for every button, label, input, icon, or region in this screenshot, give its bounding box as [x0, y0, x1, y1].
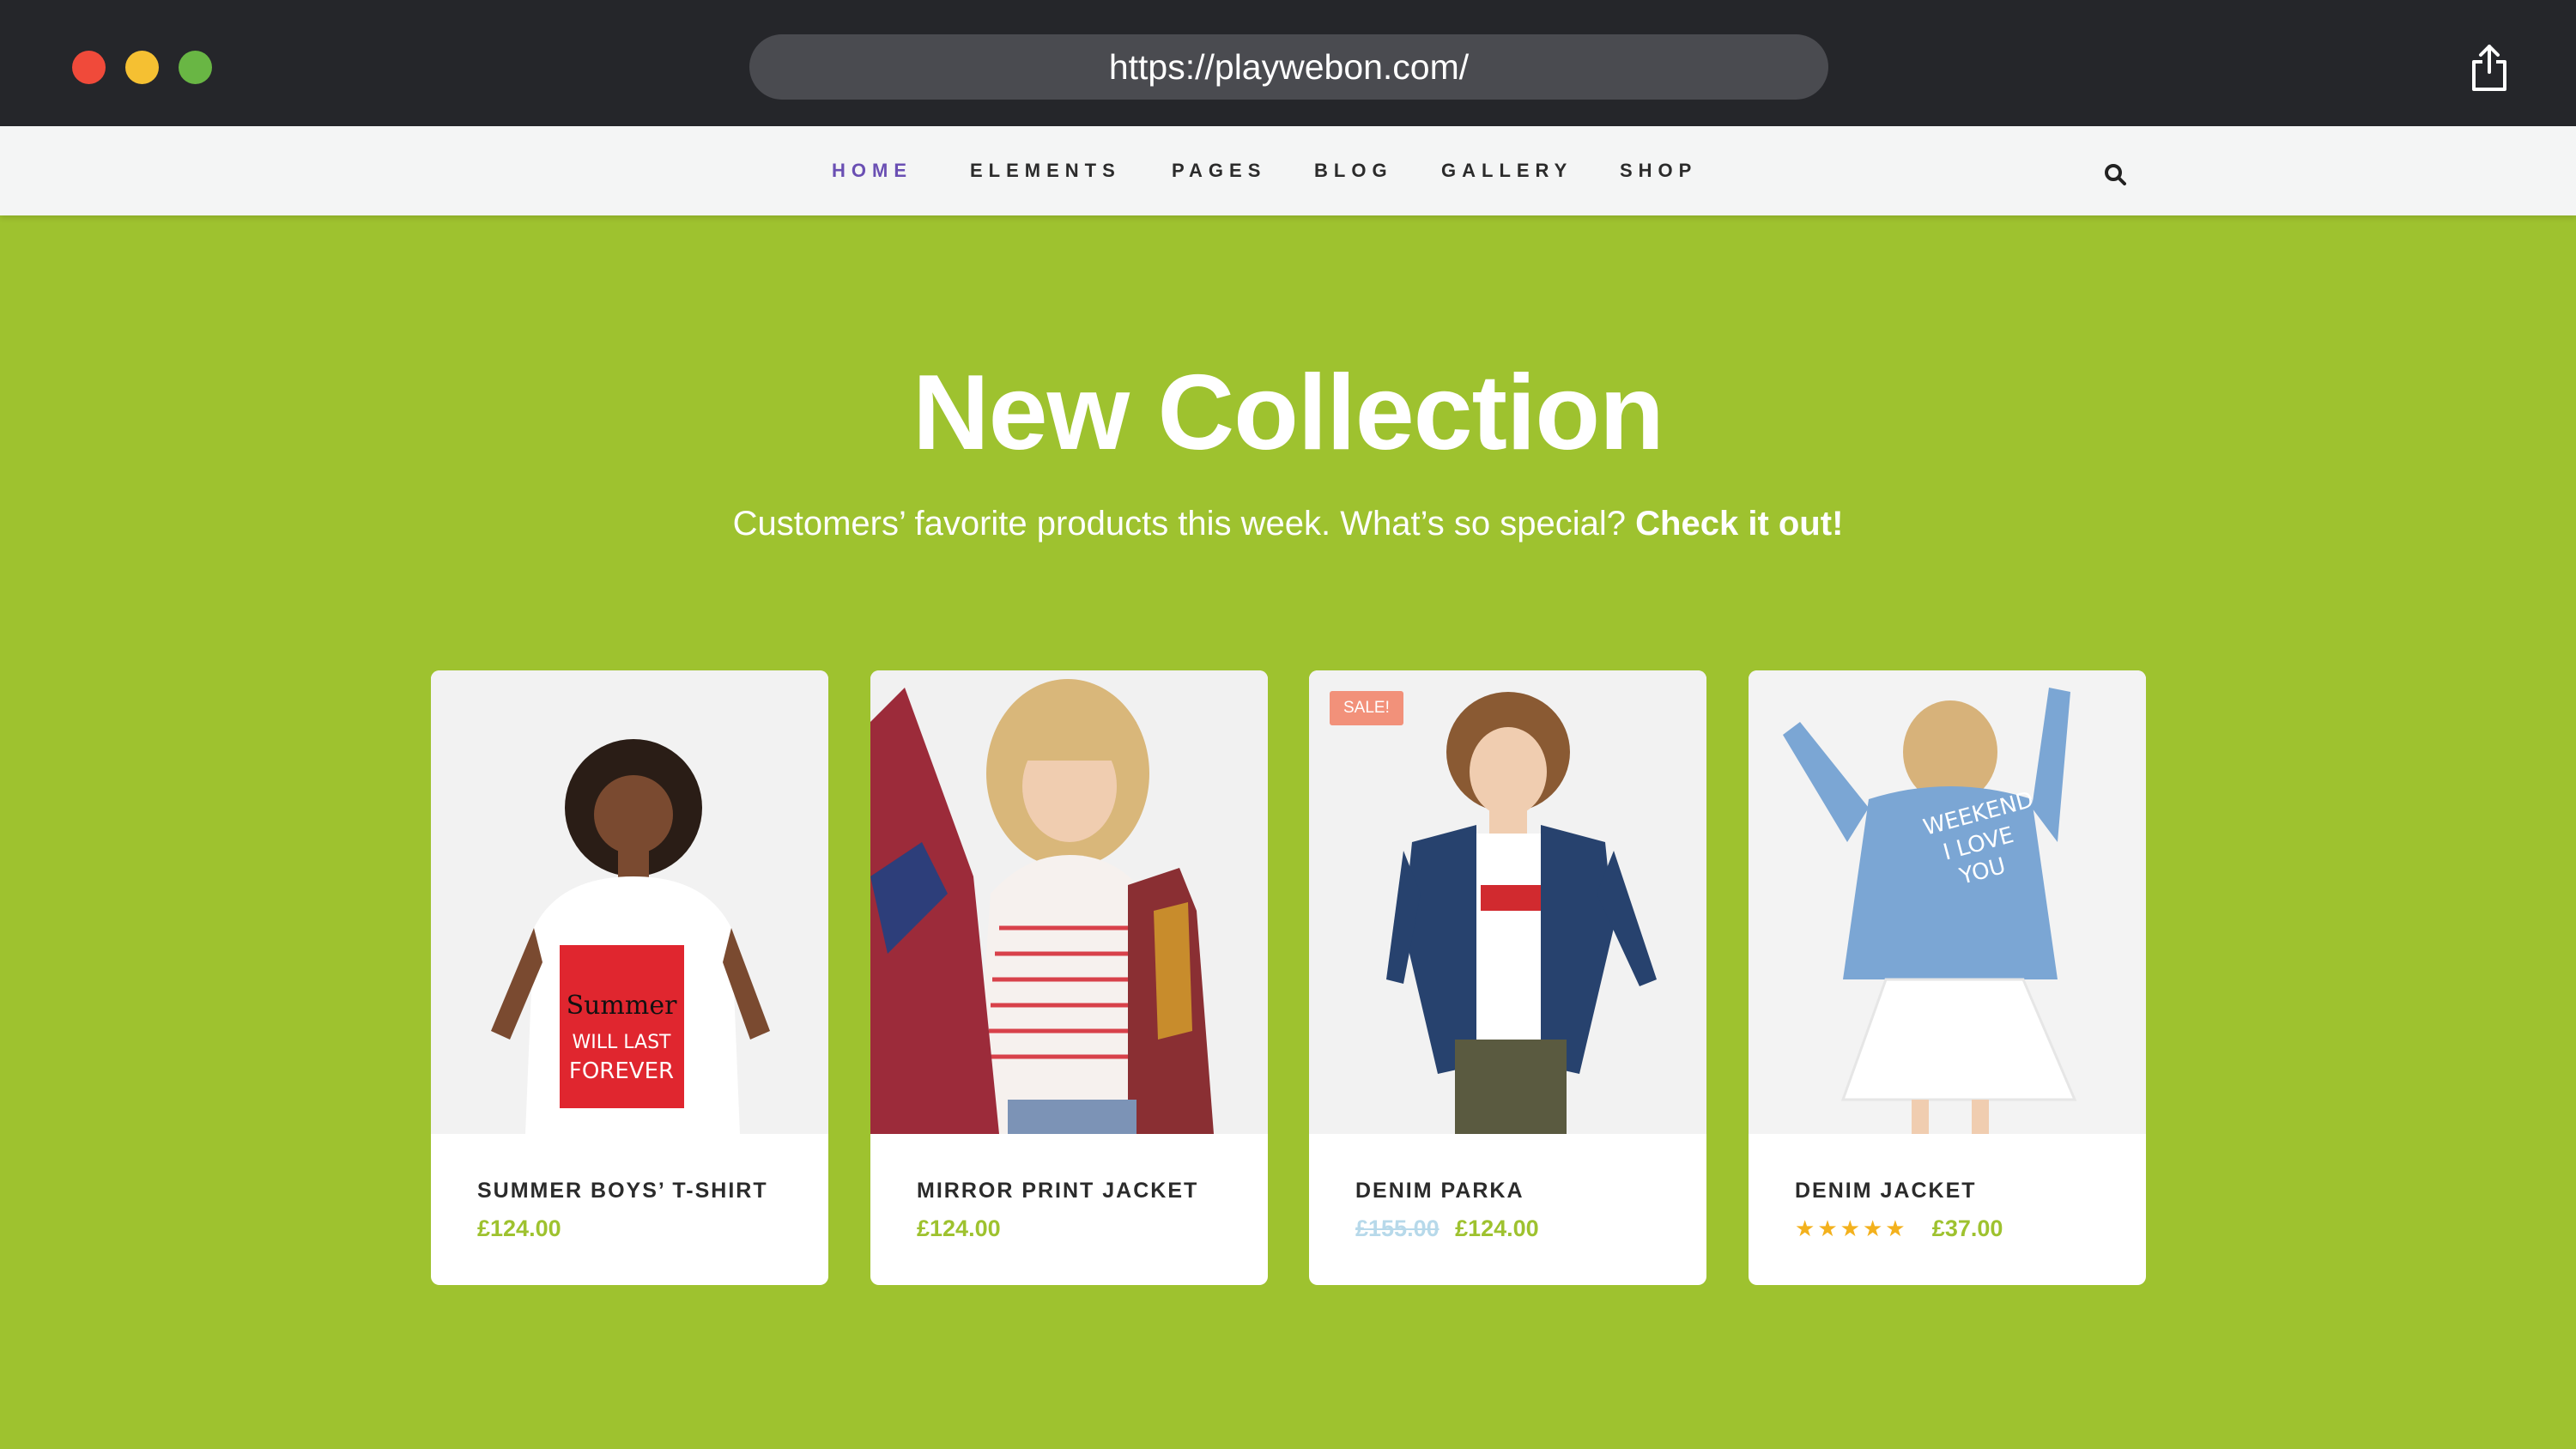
search-icon[interactable] — [2104, 163, 2126, 185]
product-price: £37.00 — [1931, 1216, 2003, 1241]
sale-badge: SALE! — [1330, 691, 1403, 725]
price-row: £124.00 — [917, 1216, 1001, 1245]
star-icon: ★ — [1840, 1216, 1863, 1241]
address-bar[interactable]: https://playwebon.com/ — [749, 34, 1828, 100]
product-card[interactable]: Summer WILL LAST FOREVER SUMMER BOYS’ T-… — [431, 670, 828, 1285]
product-name[interactable]: MIRROR PRINT JACKET — [917, 1179, 1198, 1203]
zoom-window-button[interactable] — [179, 51, 212, 84]
product-card[interactable]: MIRROR PRINT JACKET £124.00 — [870, 670, 1268, 1285]
price-row: £124.00 — [477, 1216, 561, 1245]
share-icon[interactable] — [2469, 43, 2510, 93]
nav-item-elements[interactable]: ELEMENTS — [970, 126, 1121, 215]
star-icon: ★ — [1862, 1216, 1886, 1241]
svg-text:FOREVER: FOREVER — [569, 1058, 674, 1084]
product-card[interactable]: SALE! DENIM PARKA £155.00 £124.00 — [1309, 670, 1706, 1285]
product-image[interactable]: Summer WILL LAST FOREVER — [431, 670, 828, 1134]
price-row: £155.00 £124.00 — [1355, 1216, 1539, 1245]
section-title: New Collection — [912, 354, 1664, 472]
main-navigation: HOME ELEMENTS PAGES BLOG GALLERY SHOP — [0, 126, 2576, 215]
svg-text:Summer: Summer — [567, 991, 678, 1021]
product-price: £124.00 — [477, 1216, 561, 1241]
subtitle-text: Customers’ favorite products this week. … — [732, 505, 1627, 543]
product-name[interactable]: SUMMER BOYS’ T-SHIRT — [477, 1179, 768, 1203]
star-rating: ★★★★★ — [1795, 1216, 1917, 1241]
close-window-button[interactable] — [72, 51, 106, 84]
nav-item-home[interactable]: HOME — [832, 126, 912, 215]
product-card[interactable]: WEEKEND I LOVE YOU DENIM JACKET ★★★★★ £3… — [1749, 670, 2146, 1285]
product-image[interactable] — [1309, 670, 1706, 1134]
svg-text:WILL LAST: WILL LAST — [573, 1032, 672, 1053]
product-name[interactable]: DENIM PARKA — [1355, 1179, 1524, 1203]
nav-item-shop[interactable]: SHOP — [1620, 126, 1697, 215]
star-icon: ★ — [1795, 1216, 1818, 1241]
nav-item-pages[interactable]: PAGES — [1172, 126, 1266, 215]
minimize-window-button[interactable] — [125, 51, 159, 84]
product-name[interactable]: DENIM JACKET — [1795, 1179, 1977, 1203]
original-price: £155.00 — [1355, 1216, 1440, 1241]
product-image[interactable] — [870, 670, 1268, 1134]
check-it-out-link[interactable]: Check it out! — [1635, 505, 1843, 543]
product-price: £124.00 — [1455, 1216, 1539, 1241]
price-row: ★★★★★ £37.00 — [1795, 1216, 2003, 1245]
star-icon: ★ — [1885, 1216, 1908, 1241]
nav-item-blog[interactable]: BLOG — [1314, 126, 1393, 215]
section-subtitle: Customers’ favorite products this week. … — [0, 505, 2576, 543]
star-icon: ★ — [1817, 1216, 1840, 1241]
product-price: £124.00 — [917, 1216, 1001, 1241]
nav-item-gallery[interactable]: GALLERY — [1441, 126, 1573, 215]
browser-toolbar: https://playwebon.com/ — [0, 0, 2576, 126]
product-image[interactable]: WEEKEND I LOVE YOU — [1749, 670, 2146, 1134]
